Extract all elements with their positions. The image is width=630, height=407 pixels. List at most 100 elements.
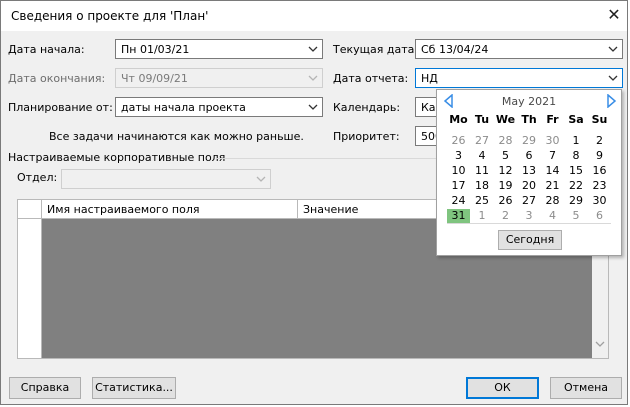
calendar-day[interactable]: 25 (471, 194, 494, 208)
calendar-day[interactable]: 22 (565, 179, 588, 193)
custom-fields-group-label: Настраиваемые корпоративные поля (8, 151, 226, 164)
finish-date-label: Дата окончания: (8, 72, 106, 85)
weekday-header: Tu (474, 113, 490, 126)
calendar-day[interactable]: 23 (588, 179, 611, 193)
close-icon[interactable]: ✕ (605, 6, 623, 24)
column-header-field-name[interactable]: Имя настраиваемого поля (47, 203, 200, 216)
department-combo (61, 169, 271, 189)
weekday-header: Fr (546, 113, 559, 126)
cancel-button-label: Отмена (563, 381, 609, 394)
calendar-day[interactable]: 10 (447, 164, 470, 178)
calendar-day[interactable]: 27 (518, 194, 541, 208)
calendar-day-selected[interactable]: 31 (447, 209, 470, 223)
status-date-label: Дата отчета: (333, 72, 409, 85)
statistics-button[interactable]: Статистика... (92, 377, 176, 399)
calendar-day[interactable]: 29 (565, 194, 588, 208)
start-date-value: Пн 01/03/21 (121, 43, 190, 56)
statistics-button-label: Статистика... (95, 381, 173, 394)
calendar-day[interactable]: 3 (447, 149, 470, 163)
current-date-value: Сб 13/04/24 (421, 43, 489, 56)
calendar-day[interactable]: 3 (518, 209, 541, 223)
calendar-day[interactable]: 20 (518, 179, 541, 193)
chevron-down-icon[interactable] (306, 42, 320, 56)
weekday-header: Th (521, 113, 537, 126)
calendar-day[interactable]: 28 (541, 194, 564, 208)
weekday-header: We (495, 113, 516, 126)
column-separator (297, 200, 298, 218)
calendar-day[interactable]: 30 (588, 194, 611, 208)
calendar-day[interactable]: 16 (588, 164, 611, 178)
chevron-down-icon (306, 71, 320, 85)
calendar-day[interactable]: 26 (447, 134, 470, 148)
column-header-value[interactable]: Значение (303, 203, 358, 216)
row-header-column (18, 200, 42, 358)
calendar-day[interactable]: 28 (494, 134, 517, 148)
start-date-label: Дата начала: (8, 43, 85, 56)
current-date-label: Текущая дата: (333, 43, 419, 56)
calendar-day[interactable]: 26 (494, 194, 517, 208)
finish-date-combo: Чт 09/09/21 (115, 68, 323, 88)
chevron-down-icon[interactable] (606, 71, 620, 85)
calendar-day[interactable]: 30 (541, 134, 564, 148)
calendar-day[interactable]: 15 (565, 164, 588, 178)
calendar-day[interactable]: 2 (588, 134, 611, 148)
current-date-combo[interactable]: Сб 13/04/24 (415, 39, 623, 59)
calendar-day[interactable]: 29 (518, 134, 541, 148)
weekday-header: Sa (568, 113, 584, 126)
calendar-day[interactable]: 2 (494, 209, 517, 223)
ok-button[interactable]: ОК (466, 377, 539, 399)
schedule-from-value: даты начала проекта (121, 101, 246, 114)
calendar-day[interactable]: 27 (471, 134, 494, 148)
date-picker-popup: May 2021 Mo Tu We Th Fr Sa Su 26 27 28 29 30 1 2 3 4 5 6 7… (436, 89, 622, 256)
help-button[interactable]: Справка (9, 377, 81, 399)
calendar-day[interactable]: 9 (588, 149, 611, 163)
calendar-day[interactable]: 6 (518, 149, 541, 163)
calendar-day[interactable]: 6 (588, 209, 611, 223)
calendar-divider (447, 223, 611, 224)
today-button[interactable]: Сегодня (498, 230, 562, 250)
schedule-note: Все задачи начинаются как можно раньше. (49, 130, 304, 143)
schedule-from-combo[interactable]: даты начала проекта (115, 97, 323, 117)
calendar-day[interactable]: 8 (565, 149, 588, 163)
calendar-day[interactable]: 1 (565, 134, 588, 148)
calendar-day[interactable]: 5 (565, 209, 588, 223)
chevron-down-icon[interactable] (606, 42, 620, 56)
ok-button-label: ОК (494, 381, 511, 394)
finish-date-value: Чт 09/09/21 (121, 72, 188, 85)
weekday-header: Mo (449, 113, 468, 126)
calendar-day[interactable]: 21 (541, 179, 564, 193)
calendar-day[interactable]: 13 (518, 164, 541, 178)
calendar-label: Календарь: (333, 101, 401, 114)
cancel-button[interactable]: Отмена (550, 377, 622, 399)
start-date-combo[interactable]: Пн 01/03/21 (115, 39, 323, 59)
schedule-from-label: Планирование от: (8, 101, 113, 114)
calendar-day[interactable]: 18 (471, 179, 494, 193)
help-button-label: Справка (20, 381, 70, 394)
column-separator (41, 200, 42, 218)
month-label[interactable]: May 2021 (437, 95, 621, 108)
calendar-day[interactable]: 17 (447, 179, 470, 193)
next-month-icon[interactable] (604, 93, 618, 109)
calendar-day[interactable]: 14 (541, 164, 564, 178)
status-date-combo[interactable]: НД (415, 68, 623, 88)
today-button-label: Сегодня (505, 233, 555, 246)
priority-label: Приоритет: (333, 130, 400, 143)
calendar-day[interactable]: 4 (471, 149, 494, 163)
window-title: Сведения о проекте для 'План' (11, 9, 209, 23)
calendar-day[interactable]: 4 (541, 209, 564, 223)
calendar-day[interactable]: 1 (471, 209, 494, 223)
chevron-down-icon[interactable] (306, 100, 320, 114)
title-bar: Сведения о проекте для 'План' ✕ (1, 1, 627, 31)
weekday-header: Su (591, 113, 608, 126)
status-date-value: НД (421, 72, 438, 85)
calendar-day[interactable]: 11 (471, 164, 494, 178)
calendar-day[interactable]: 12 (494, 164, 517, 178)
calendar-value: Ка (421, 101, 436, 114)
calendar-day[interactable]: 24 (447, 194, 470, 208)
chevron-down-icon (254, 172, 268, 186)
calendar-day[interactable]: 7 (541, 149, 564, 163)
department-label: Отдел: (17, 171, 58, 184)
project-info-dialog: Сведения о проекте для 'План' ✕ Дата нач… (0, 0, 628, 405)
calendar-day[interactable]: 5 (494, 149, 517, 163)
calendar-day[interactable]: 19 (494, 179, 517, 193)
